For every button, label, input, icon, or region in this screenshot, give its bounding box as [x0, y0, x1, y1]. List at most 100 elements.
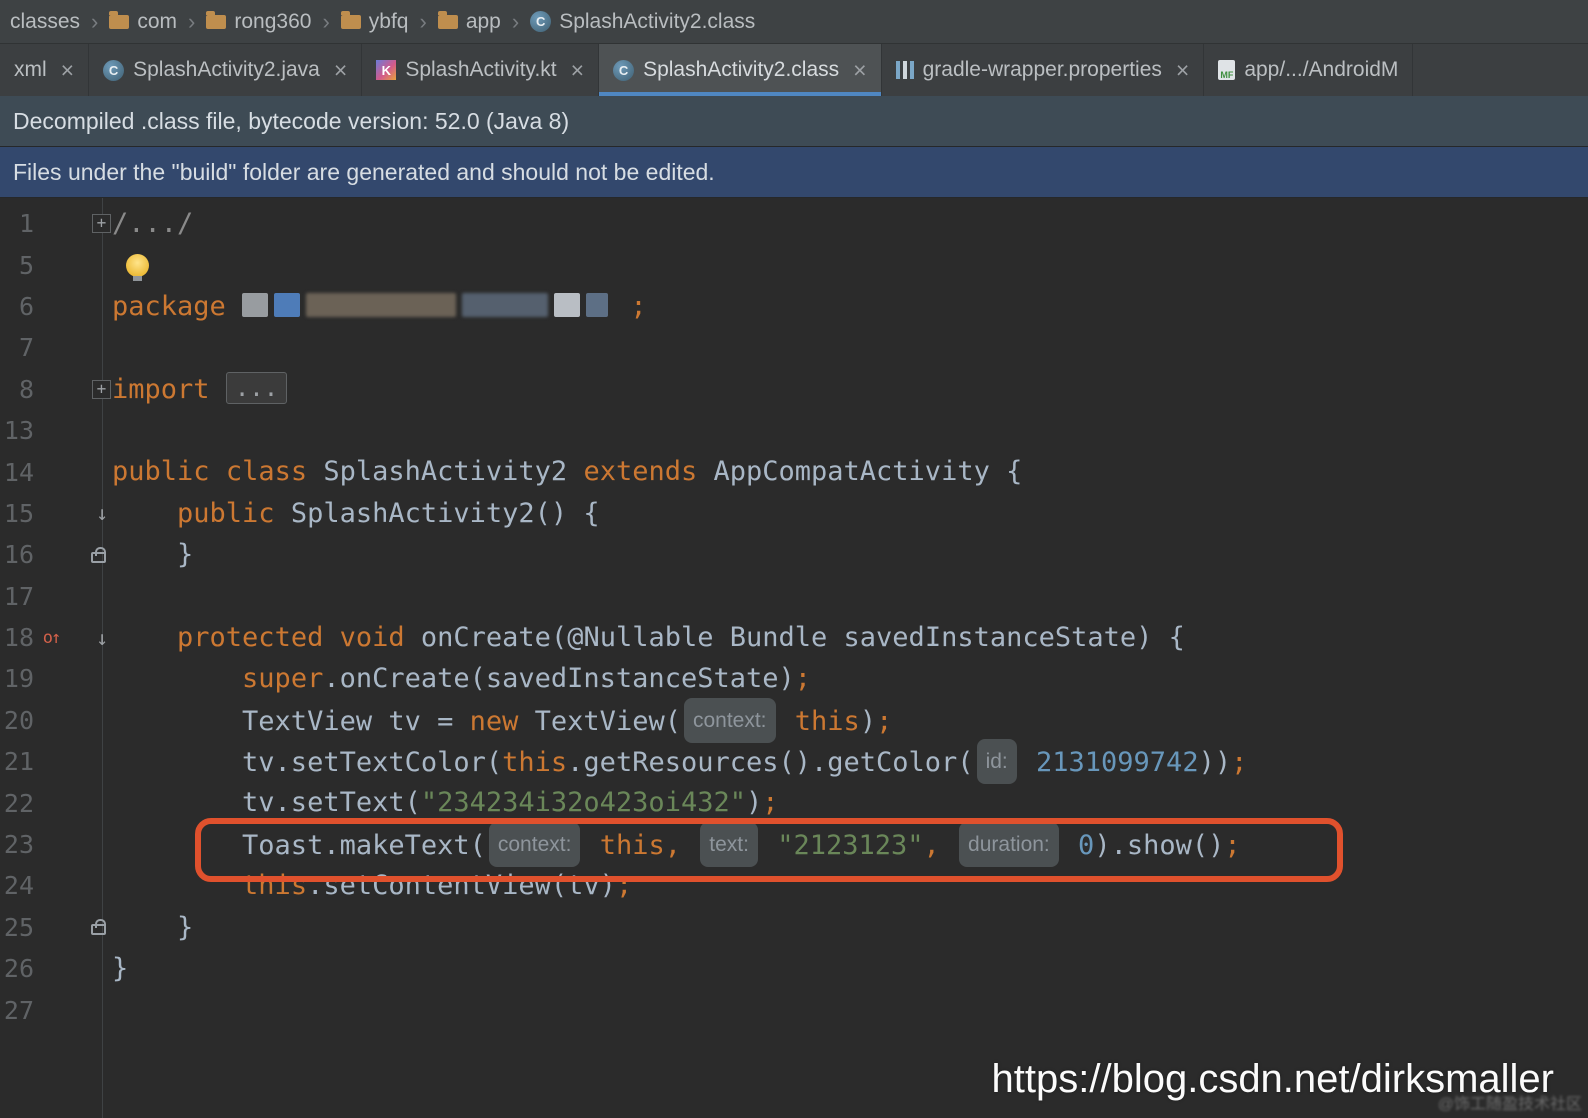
- line-number: 1: [18, 209, 34, 239]
- code-text[interactable]: public class SplashActivity2 extends App…: [102, 451, 1588, 492]
- token: super: [242, 663, 324, 695]
- breadcrumb-item-rong360[interactable]: rong360: [206, 10, 311, 34]
- code-text[interactable]: this.setContentView(tv);: [102, 865, 1588, 906]
- line-number: 7: [18, 333, 34, 363]
- redacted-block: [554, 292, 581, 317]
- code-line-24[interactable]: 24 this.setContentView(tv);: [0, 865, 1588, 906]
- override-marker-icon[interactable]: ↓: [96, 501, 108, 525]
- code-line-14[interactable]: 14 public class SplashActivity2 extends A…: [0, 451, 1588, 492]
- token: /.../: [112, 208, 194, 239]
- editor[interactable]: 1 +/.../5 6 package ; 7 8 + import ... 13 14 publi…: [0, 198, 1588, 1118]
- token: ).show(): [1094, 829, 1225, 861]
- line-number: 24: [3, 871, 34, 901]
- code-line-19[interactable]: 19 super.onCreate(savedInstanceState);: [0, 658, 1588, 699]
- banner-build-warning: Files under the "build" folder are gener…: [0, 147, 1588, 198]
- line-number: 16: [3, 540, 34, 570]
- tab-xml[interactable]: xml ×: [0, 44, 90, 96]
- token: protected: [177, 621, 324, 653]
- gutter: [66, 919, 106, 936]
- code-text[interactable]: tv.setTextColor(this.getResources().getC…: [102, 739, 1588, 785]
- close-icon[interactable]: ×: [61, 58, 74, 82]
- token: duration:: [959, 821, 1059, 868]
- close-icon[interactable]: ×: [571, 58, 584, 82]
- breadcrumb-separator: ›: [91, 8, 99, 34]
- code-text[interactable]: import ...: [102, 369, 1588, 410]
- watermark-corner: @饰工随盈技术社区: [1437, 1096, 1582, 1113]
- code-text[interactable]: Toast.makeText(context: this, text: "212…: [102, 821, 1588, 868]
- token: ;: [615, 870, 633, 902]
- code-area[interactable]: 1 +/.../5 6 package ; 7 8 + import ... 13 14 publi…: [0, 203, 1588, 1031]
- breadcrumb-separator: ›: [188, 8, 196, 34]
- override-marker-icon[interactable]: ↓: [96, 626, 108, 650]
- code-text[interactable]: [102, 244, 1588, 285]
- breadcrumb-label: com: [137, 9, 178, 33]
- breadcrumb-item-app[interactable]: app: [437, 10, 501, 34]
- code-line-15[interactable]: 15 ↓ public SplashActivity2() {: [0, 493, 1588, 534]
- tab-gradle-wrapper.properties[interactable]: gradle-wrapper.properties ×: [882, 44, 1205, 96]
- folded-region[interactable]: ...: [225, 371, 288, 404]
- breadcrumb-item-ybfq[interactable]: ybfq: [340, 10, 408, 34]
- banner-decompiled: Decompiled .class file, bytecode version…: [0, 96, 1588, 147]
- tab-label: SplashActivity2.java: [133, 58, 320, 81]
- code-text[interactable]: /.../: [102, 203, 1588, 244]
- code-text[interactable]: protected void onCreate(@Nullable Bundle…: [102, 617, 1588, 658]
- token: public: [177, 497, 275, 529]
- override-icon[interactable]: o↑: [36, 628, 66, 648]
- token: ;: [794, 663, 811, 695]
- code-text[interactable]: TextView tv = new TextView(context: this…: [102, 697, 1588, 744]
- code-text[interactable]: tv.setText("234234i32o423oi432");: [102, 782, 1588, 823]
- fold-icon[interactable]: +: [92, 379, 111, 399]
- code-line-16[interactable]: 16 }: [0, 534, 1588, 575]
- code-line-18[interactable]: 18 o↑ ↓ protected void onCreate(@Nullable …: [0, 617, 1588, 658]
- code-line-6[interactable]: 6 package ;: [0, 286, 1588, 327]
- close-icon[interactable]: ×: [853, 58, 866, 82]
- breadcrumb-item-SplashActivity2.class[interactable]: C SplashActivity2.class: [530, 10, 755, 34]
- code-line-1[interactable]: 1 +/.../: [0, 203, 1588, 244]
- code-line-22[interactable]: 22 tv.setText("234234i32o423oi432");: [0, 782, 1588, 823]
- code-line-23[interactable]: 23 Toast.makeText(context: this, text: "…: [0, 821, 1588, 868]
- close-icon[interactable]: ×: [1176, 58, 1189, 82]
- token: ;: [762, 787, 779, 819]
- code-line-17[interactable]: 17: [0, 576, 1588, 617]
- intention-bulb-icon[interactable]: [126, 254, 149, 282]
- code-line-20[interactable]: 20 TextView tv = new TextView(context: t…: [0, 697, 1588, 744]
- code-line-7[interactable]: 7: [0, 327, 1588, 368]
- token: ,: [923, 829, 940, 861]
- breadcrumb-item-classes[interactable]: classes: [10, 10, 80, 34]
- breadcrumb-item-com[interactable]: com: [109, 10, 177, 34]
- fold-icon[interactable]: +: [92, 214, 111, 234]
- breadcrumb-separator: ›: [511, 8, 520, 34]
- close-icon[interactable]: ×: [334, 58, 347, 82]
- code-text[interactable]: }: [102, 907, 1588, 948]
- code-line-21[interactable]: 21 tv.setTextColor(this.getResources().g…: [0, 739, 1588, 785]
- token: text:: [700, 821, 758, 868]
- code-text[interactable]: package ;: [102, 286, 1588, 327]
- line-number: 18: [3, 623, 34, 653]
- token: SplashActivity2: [307, 456, 584, 488]
- code-line-5[interactable]: 5: [0, 244, 1588, 285]
- code-line-8[interactable]: 8 + import ...: [0, 369, 1588, 410]
- code-text[interactable]: super.onCreate(savedInstanceState);: [102, 658, 1588, 699]
- token: context:: [488, 821, 581, 868]
- tab-SplashActivity2.java[interactable]: C SplashActivity2.java ×: [89, 44, 363, 96]
- code-line-13[interactable]: 13: [0, 410, 1588, 451]
- line-number: 14: [3, 457, 34, 487]
- gutter: +: [66, 379, 111, 399]
- token: 2131099742: [1036, 747, 1199, 779]
- tab-app/.../AndroidM[interactable]: MF app/.../AndroidM: [1204, 44, 1414, 96]
- token: SplashActivity2() {: [274, 497, 600, 529]
- tab-SplashActivity.kt[interactable]: K SplashActivity.kt ×: [362, 44, 600, 96]
- token: class: [225, 456, 308, 488]
- code-line-27[interactable]: 27: [0, 989, 1588, 1030]
- token: onCreate(@Nullable Bundle savedInstanceS…: [404, 621, 1185, 653]
- code-text[interactable]: public SplashActivity2() {: [102, 493, 1588, 534]
- code-line-26[interactable]: 26}: [0, 948, 1588, 989]
- code-line-25[interactable]: 25 }: [0, 907, 1588, 948]
- tab-SplashActivity2.class[interactable]: C SplashActivity2.class ×: [599, 44, 882, 96]
- class-icon: C: [103, 59, 125, 81]
- token: tv.setTextColor(: [112, 747, 503, 779]
- code-text[interactable]: }: [102, 534, 1588, 575]
- code-text[interactable]: }: [102, 948, 1588, 989]
